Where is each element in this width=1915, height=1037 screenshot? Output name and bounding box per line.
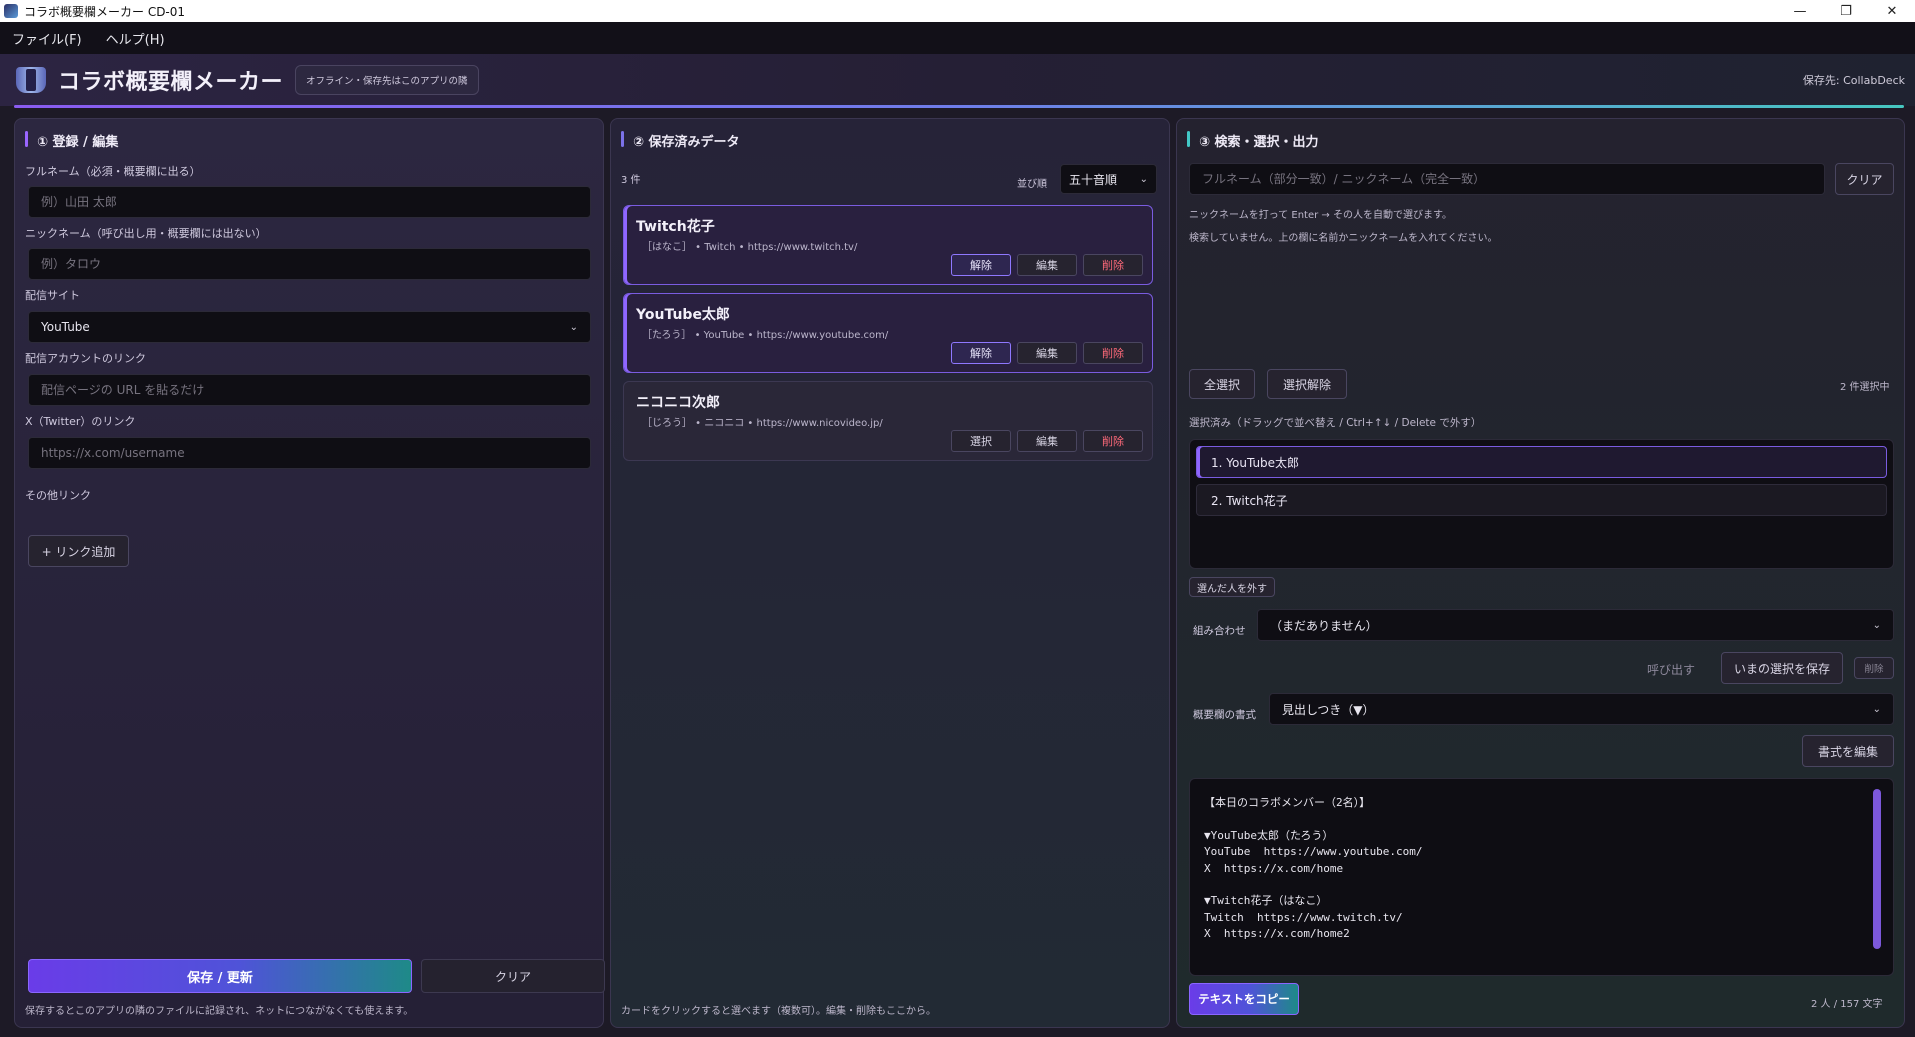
chevron-down-icon: ⌄ bbox=[1872, 703, 1881, 715]
app-title: コラボ概要欄メーカー bbox=[58, 70, 284, 95]
save-button[interactable]: 保存 / 更新 bbox=[28, 959, 412, 993]
deselect-button[interactable]: 解除 bbox=[951, 254, 1011, 276]
minimize-icon[interactable]: — bbox=[1777, 0, 1823, 22]
sort-select-value: 五十音順 bbox=[1069, 172, 1118, 187]
output-gap bbox=[1204, 877, 1879, 893]
combo-select-value: （まだありません） bbox=[1270, 618, 1378, 633]
header-divider bbox=[14, 105, 1904, 108]
output-scrollbar[interactable] bbox=[1873, 789, 1881, 949]
card-name: Twitch花子 bbox=[636, 219, 715, 235]
menu-file[interactable]: ファイル(F) bbox=[0, 29, 94, 48]
format-select[interactable]: 見出しつき（▼） ⌄ bbox=[1269, 693, 1894, 725]
delete-button[interactable]: 削除 bbox=[1083, 254, 1143, 276]
search-output-panel: ③ 検索・選択・出力 クリア ニックネームを打って Enter → その人を自動… bbox=[1176, 118, 1905, 1028]
card-meta: ［じろう］ • ニコニコ • https://www.nicovideo.jp/ bbox=[642, 418, 883, 429]
site-select-value: YouTube bbox=[41, 320, 90, 334]
member-card-twitch-hanako[interactable]: Twitch花子 ［はなこ］ • Twitch • https://www.tw… bbox=[623, 205, 1153, 285]
saved-count: 3 件 bbox=[621, 175, 641, 186]
register-panel-title: ① 登録 / 編集 bbox=[25, 131, 118, 150]
other-links-label: その他リンク bbox=[25, 489, 91, 502]
edit-format-button[interactable]: 書式を編集 bbox=[1802, 735, 1894, 767]
format-label: 概要欄の書式 bbox=[1193, 709, 1256, 721]
card-meta: ［たろう］ • YouTube • https://www.youtube.co… bbox=[642, 330, 889, 341]
add-link-button[interactable]: + リンク追加 bbox=[28, 535, 129, 567]
fullname-input[interactable] bbox=[28, 186, 591, 218]
output-stats: 2 人 / 157 文字 bbox=[1811, 999, 1883, 1010]
deselect-button[interactable]: 解除 bbox=[951, 342, 1011, 364]
chevron-down-icon: ⌄ bbox=[569, 321, 578, 333]
card-name: YouTube太郎 bbox=[636, 307, 730, 323]
card-name: ニコニコ次郎 bbox=[636, 395, 720, 411]
deselect-all-button[interactable]: 選択解除 bbox=[1267, 369, 1347, 399]
save-combo-button[interactable]: いまの選択を保存 bbox=[1721, 652, 1843, 684]
selected-list: 1. YouTube太郎 2. Twitch花子 bbox=[1189, 439, 1894, 569]
site-label: 配信サイト bbox=[25, 289, 80, 302]
output-line: ▼Twitch花子（はなこ） bbox=[1204, 894, 1328, 907]
fullname-label: フルネーム（必須・概要欄に出る） bbox=[25, 165, 201, 178]
delete-button[interactable]: 削除 bbox=[1083, 342, 1143, 364]
edit-button[interactable]: 編集 bbox=[1017, 430, 1077, 452]
select-button[interactable]: 選択 bbox=[951, 430, 1011, 452]
offline-badge: オフライン・保存先はこのアプリの隣 bbox=[295, 65, 479, 95]
member-card-youtube-taro[interactable]: YouTube太郎 ［たろう］ • YouTube • https://www.… bbox=[623, 293, 1153, 373]
account-label: 配信アカウントのリンク bbox=[25, 352, 146, 365]
output-gap bbox=[1204, 812, 1879, 828]
member-card-niconico-jiro[interactable]: ニコニコ次郎 ［じろう］ • ニコニコ • https://www.nicovi… bbox=[623, 381, 1153, 461]
nickname-label: ニックネーム（呼び出し用・概要欄には出ない） bbox=[25, 227, 267, 240]
select-all-button[interactable]: 全選択 bbox=[1189, 369, 1255, 399]
search-panel-title: ③ 検索・選択・出力 bbox=[1187, 131, 1319, 150]
search-help: ニックネームを打って Enter → その人を自動で選びます。 bbox=[1189, 210, 1452, 221]
selected-item[interactable]: 2. Twitch花子 bbox=[1196, 484, 1887, 516]
window-titlebar: コラボ概要欄メーカー CD-01 — ❐ ✕ bbox=[0, 0, 1915, 22]
search-clear-button[interactable]: クリア bbox=[1835, 163, 1894, 195]
output-line: 【本日のコラボメンバー（2名）】 bbox=[1204, 796, 1371, 809]
combo-select[interactable]: （まだありません） ⌄ bbox=[1257, 609, 1894, 641]
output-line: YouTube https://www.youtube.com/ bbox=[1204, 845, 1423, 858]
output-line: Twitch https://www.twitch.tv/ bbox=[1204, 910, 1403, 924]
output-text[interactable]: 【本日のコラボメンバー（2名）】 ▼YouTube太郎（たろう） YouTube… bbox=[1189, 778, 1894, 976]
delete-combo-button[interactable]: 削除 bbox=[1854, 657, 1894, 679]
combo-label: 組み合わせ bbox=[1193, 625, 1246, 637]
saved-hint: カードをクリックすると選べます（複数可）。編集・削除もここから。 bbox=[621, 1006, 936, 1017]
save-location: 保存先: CollabDeck bbox=[1802, 74, 1905, 87]
x-link-label: X（Twitter）のリンク bbox=[25, 415, 136, 428]
save-hint: 保存するとこのアプリの隣のファイルに記録され、ネットにつながなくても使えます。 bbox=[25, 1006, 414, 1017]
app-header: コラボ概要欄メーカー オフライン・保存先はこのアプリの隣 保存先: Collab… bbox=[0, 54, 1915, 106]
output-line: X https://x.com/home2 bbox=[1204, 927, 1350, 940]
close-icon[interactable]: ✕ bbox=[1869, 0, 1915, 22]
edit-button[interactable]: 編集 bbox=[1017, 254, 1077, 276]
format-select-value: 見出しつき（▼） bbox=[1282, 702, 1375, 717]
menu-help[interactable]: ヘルプ(H) bbox=[94, 29, 177, 48]
maximize-icon[interactable]: ❐ bbox=[1823, 0, 1869, 22]
sort-label: 並び順 bbox=[1017, 179, 1047, 190]
saved-data-panel: ② 保存済みデータ 3 件 並び順 五十音順 ⌄ Twitch花子 ［はなこ］ … bbox=[610, 118, 1170, 1028]
window-title: コラボ概要欄メーカー CD-01 bbox=[24, 4, 186, 19]
account-link-input[interactable] bbox=[28, 374, 591, 406]
search-status: 検索していません。上の欄に名前かニックネームを入れてください。 bbox=[1189, 233, 1498, 244]
edit-button[interactable]: 編集 bbox=[1017, 342, 1077, 364]
chevron-down-icon: ⌄ bbox=[1139, 173, 1148, 185]
copy-text-button[interactable]: テキストをコピー bbox=[1189, 983, 1299, 1015]
remove-selected-button[interactable]: 選んだ人を外す bbox=[1189, 577, 1275, 597]
clear-form-button[interactable]: クリア bbox=[421, 959, 605, 993]
x-link-input[interactable] bbox=[28, 437, 591, 469]
saved-panel-title: ② 保存済みデータ bbox=[621, 131, 740, 150]
register-panel: ① 登録 / 編集 フルネーム（必須・概要欄に出る） ニックネーム（呼び出し用・… bbox=[14, 118, 605, 1028]
load-combo-button[interactable]: 呼び出す bbox=[1647, 661, 1695, 678]
selected-count: 2 件選択中 bbox=[1840, 382, 1890, 393]
app-logo-icon bbox=[14, 65, 48, 95]
app-icon bbox=[4, 4, 18, 18]
delete-button[interactable]: 削除 bbox=[1083, 430, 1143, 452]
selected-item[interactable]: 1. YouTube太郎 bbox=[1196, 446, 1887, 478]
chevron-down-icon: ⌄ bbox=[1872, 619, 1881, 631]
menu-bar: ファイル(F) ヘルプ(H) bbox=[0, 22, 1915, 54]
search-input[interactable] bbox=[1189, 163, 1825, 195]
output-line: ▼YouTube太郎（たろう） bbox=[1204, 828, 1334, 842]
sort-select[interactable]: 五十音順 ⌄ bbox=[1060, 164, 1157, 194]
selected-list-label: 選択済み（ドラッグで並べ替え / Ctrl+↑↓ / Delete で外す） bbox=[1189, 417, 1482, 429]
card-meta: ［はなこ］ • Twitch • https://www.twitch.tv/ bbox=[642, 242, 858, 253]
site-select[interactable]: YouTube ⌄ bbox=[28, 311, 591, 343]
output-line: X https://x.com/home bbox=[1204, 861, 1344, 875]
nickname-input[interactable] bbox=[28, 248, 591, 280]
